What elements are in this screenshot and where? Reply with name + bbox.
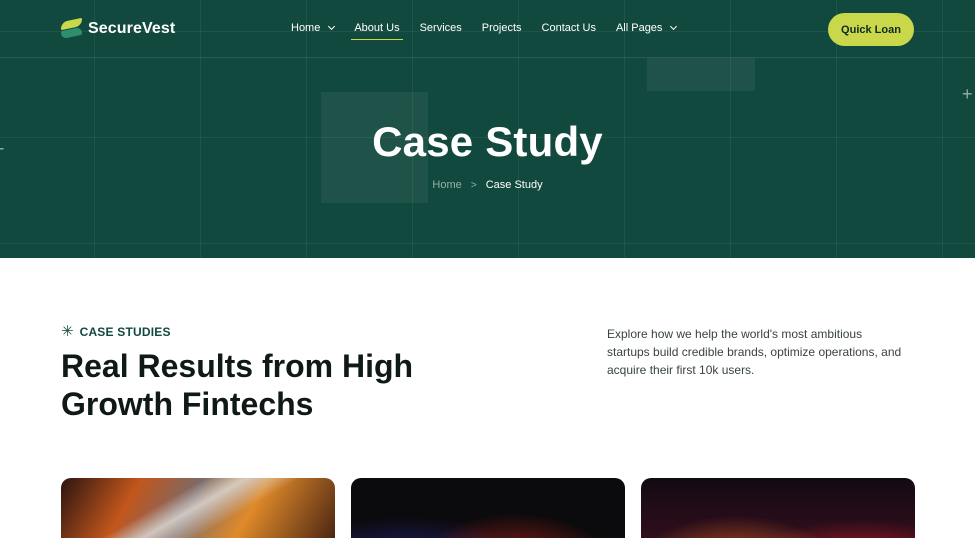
nav-item-home[interactable]: Home xyxy=(291,22,336,34)
brand-name: SecureVest xyxy=(88,19,176,37)
nav-item-contact-us[interactable]: Contact Us xyxy=(542,22,596,34)
nav-item-all-pages[interactable]: All Pages xyxy=(615,22,678,34)
plus-decor-icon: + xyxy=(962,84,973,104)
section-title: Real Results from High Growth Fintechs xyxy=(61,348,414,422)
case-study-card-3[interactable] xyxy=(641,478,915,538)
chevron-down-icon xyxy=(328,22,336,31)
nav-item-label: Contact Us xyxy=(541,22,596,34)
section-description: Explore how we help the world's most amb… xyxy=(607,327,902,377)
breadcrumb-separator-icon: > xyxy=(470,180,477,191)
nav-item-label: Home xyxy=(291,22,321,34)
breadcrumb-home-link[interactable]: Home xyxy=(432,179,461,191)
nav-item-label: Projects xyxy=(481,22,522,34)
breadcrumb: Home > Case Study xyxy=(0,179,975,191)
asterisk-icon: ✳ xyxy=(61,323,74,340)
nav-item-label: About Us xyxy=(354,22,400,34)
breadcrumb-current: Case Study xyxy=(485,179,543,191)
quick-loan-button[interactable]: Quick Loan xyxy=(828,13,914,46)
case-study-cards xyxy=(61,478,915,538)
logo-icon xyxy=(61,17,82,40)
nav-item-services[interactable]: Services xyxy=(420,22,462,34)
nav-item-label: All Pages xyxy=(615,22,663,34)
chevron-down-icon xyxy=(670,22,678,31)
section-eyebrow: ✳ CASE STUDIES xyxy=(61,324,171,339)
page-title: Case Study xyxy=(372,118,603,165)
eyebrow-label: CASE STUDIES xyxy=(79,324,171,339)
brand-logo[interactable]: SecureVest xyxy=(61,17,176,40)
hero-decor-square xyxy=(647,58,755,91)
page-hero: + + SecureVest Home About Us Services Pr… xyxy=(0,0,975,258)
nav-item-label: Services xyxy=(419,22,462,34)
top-navbar: SecureVest Home About Us Services Projec… xyxy=(0,0,975,58)
case-study-card-1[interactable] xyxy=(61,478,335,538)
nav-item-projects[interactable]: Projects xyxy=(482,22,522,34)
main-nav: Home About Us Services Projects Contact … xyxy=(291,22,696,40)
nav-item-about-us[interactable]: About Us xyxy=(351,22,403,40)
case-study-card-2[interactable] xyxy=(351,478,625,538)
